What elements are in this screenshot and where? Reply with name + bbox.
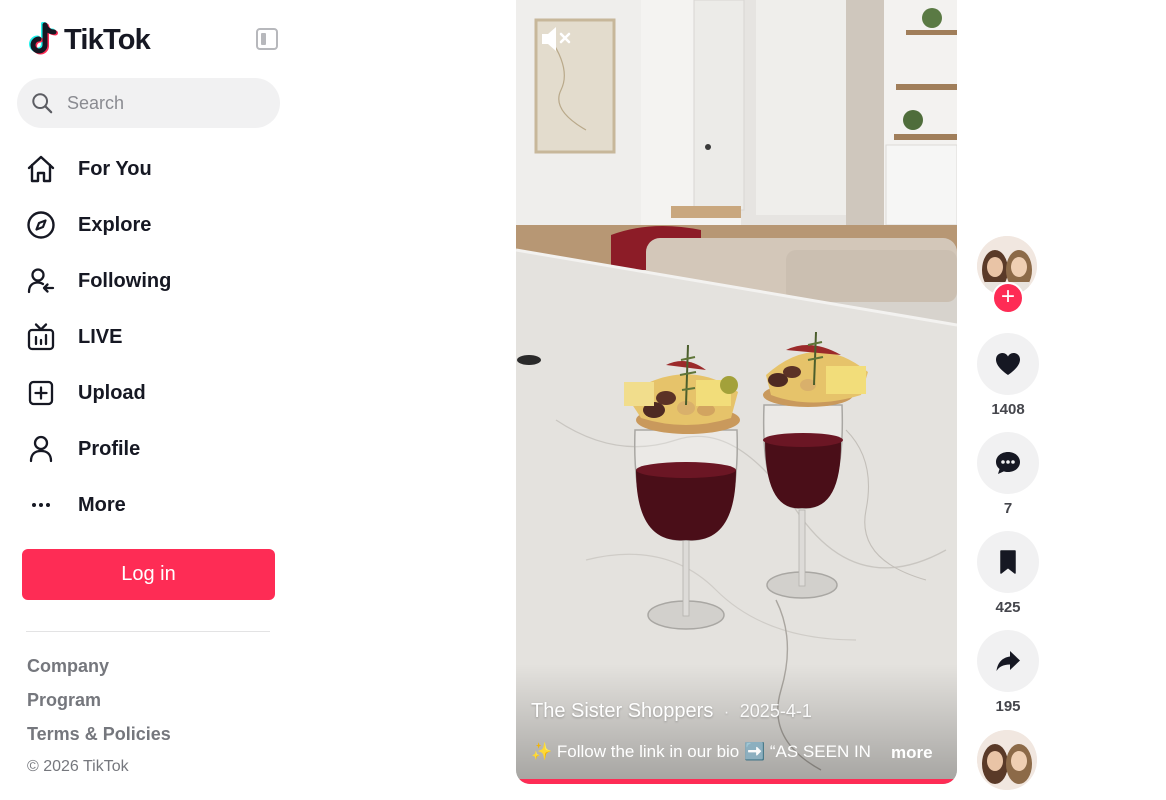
description-more-link[interactable]: more — [891, 743, 933, 763]
next-video-avatar[interactable] — [977, 730, 1037, 790]
nav-label: More — [78, 493, 126, 516]
footer-link-terms[interactable]: Terms & Policies — [27, 722, 171, 756]
video-player[interactable]: The Sister Shoppers · 2025-4-1 ✨ Follow … — [516, 0, 957, 784]
mute-icon[interactable] — [540, 24, 574, 54]
nav-label: Following — [78, 269, 172, 292]
sidebar-footer: Company Program Terms & Policies © 2026 … — [27, 654, 171, 776]
post-date: 2025-4-1 — [739, 701, 812, 721]
following-icon — [24, 264, 58, 298]
nav-label: Profile — [78, 437, 141, 460]
nav-item-profile[interactable]: Profile — [24, 421, 171, 477]
comment-action: 7 — [977, 432, 1039, 517]
nav-label: LIVE — [78, 325, 123, 348]
bookmark-icon — [1000, 550, 1016, 574]
tiktok-app: TikTok For You Explore — [0, 0, 1166, 800]
like-button[interactable] — [977, 333, 1039, 395]
share-action: 195 — [977, 630, 1039, 715]
footer-link-company[interactable]: Company — [27, 654, 171, 688]
tiktok-logo[interactable]: TikTok — [26, 22, 151, 58]
video-description: ✨ Follow the link in our bio ➡️ “AS SEEN… — [531, 742, 871, 761]
nav-item-for-you[interactable]: For You — [24, 141, 171, 197]
login-button[interactable]: Log in — [22, 549, 275, 600]
avatar-image — [977, 730, 1037, 790]
collapse-sidebar-icon[interactable] — [256, 28, 278, 50]
tiktok-logo-icon — [29, 22, 58, 55]
upload-icon — [24, 376, 58, 410]
home-icon — [24, 152, 58, 186]
copyright: © 2026 TikTok — [27, 758, 129, 775]
more-icon — [24, 488, 58, 522]
like-count: 1408 — [991, 401, 1025, 418]
save-count: 425 — [995, 599, 1021, 616]
creator-avatar[interactable]: + — [977, 236, 1037, 314]
search-bar[interactable] — [17, 78, 280, 128]
video-actions: + 1408 7 425 195 — [977, 236, 1039, 715]
video-creator-line: The Sister Shoppers · 2025-4-1 — [531, 700, 812, 723]
video-progress-bar[interactable] — [516, 779, 957, 784]
nav-item-following[interactable]: Following — [24, 253, 171, 309]
footer-link-program[interactable]: Program — [27, 688, 171, 722]
follow-plus-icon[interactable]: + — [992, 282, 1024, 314]
separator-dot: · — [723, 704, 730, 721]
save-action: 425 — [977, 531, 1039, 616]
nav-item-upload[interactable]: Upload — [24, 365, 171, 421]
profile-icon — [24, 432, 58, 466]
comment-count: 7 — [1003, 500, 1013, 517]
search-icon — [32, 93, 53, 114]
compass-icon — [24, 208, 58, 242]
sidebar: TikTok For You Explore — [0, 0, 300, 800]
comment-button[interactable] — [977, 432, 1039, 494]
share-count: 195 — [995, 698, 1021, 715]
nav-label: Upload — [78, 381, 146, 404]
nav-label: For You — [78, 157, 152, 180]
save-button[interactable] — [977, 531, 1039, 593]
nav-item-live[interactable]: LIVE — [24, 309, 171, 365]
comment-icon — [996, 452, 1020, 474]
sidebar-divider — [26, 631, 270, 632]
nav-label: Explore — [78, 213, 152, 236]
like-action: 1408 — [977, 333, 1039, 418]
main-nav: For You Explore Following LIVE Upload Pr… — [24, 141, 171, 533]
creator-name[interactable]: The Sister Shoppers — [531, 700, 713, 722]
search-input[interactable] — [67, 92, 257, 114]
brand-name: TikTok — [64, 23, 151, 56]
heart-icon — [996, 353, 1020, 375]
nav-item-more[interactable]: More — [24, 477, 171, 533]
share-icon — [996, 651, 1020, 671]
caption-overlay — [516, 664, 957, 784]
nav-item-explore[interactable]: Explore — [24, 197, 171, 253]
share-button[interactable] — [977, 630, 1039, 692]
live-icon — [24, 320, 58, 354]
